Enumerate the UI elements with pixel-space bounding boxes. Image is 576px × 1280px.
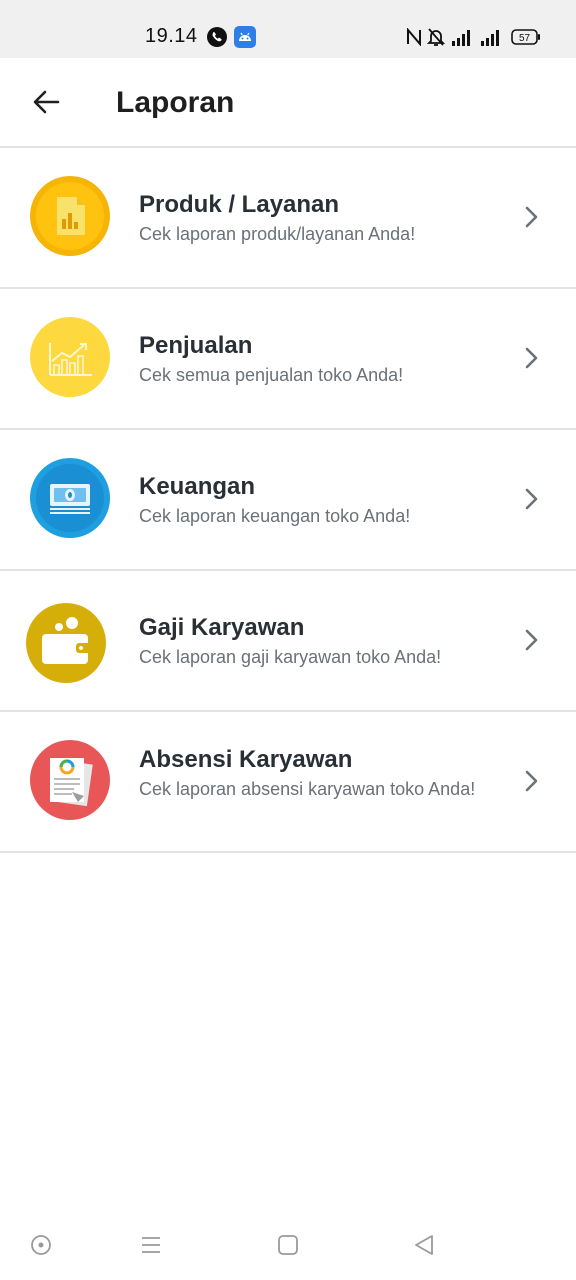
chevron-right-icon [524,770,540,797]
wallet-icon [26,603,106,683]
menu-item-title: Produk / Layanan [139,191,340,218]
product-report-icon [30,176,110,256]
menu-item-subtitle: Cek laporan absensi karyawan toko Anda! [139,779,476,799]
arrow-left-icon [32,88,60,121]
status-time: 19.14 [145,25,198,47]
attendance-report-icon [30,740,110,820]
menu-item-title: Gaji Karyawan [139,614,305,641]
chevron-right-icon [524,347,540,374]
whatsapp-icon [206,26,228,53]
battery-icon: 57 [511,29,541,50]
signal-icon [481,28,503,51]
menu-item-title: Keuangan [139,473,256,500]
android-icon [234,26,256,53]
back-icon[interactable] [413,1234,435,1261]
system-nav-bar [0,1210,576,1280]
menu-item-subtitle: Cek laporan produk/layanan Anda! [139,224,416,244]
menu-item-title: Absensi Karyawan [139,746,353,773]
menu-item-produk-layanan[interactable]: Produk / Layanan Cek laporan produk/laya… [0,148,576,289]
menu-item-keuangan[interactable]: Keuangan Cek laporan keuangan toko Anda! [0,430,576,571]
bell-off-icon [426,27,446,52]
page-title: Laporan [116,86,235,119]
app-bar: Laporan [0,58,576,148]
chevron-right-icon [524,206,540,233]
menu-item-absensi-karyawan[interactable]: Absensi Karyawan Cek laporan absensi kar… [0,712,576,853]
menu-item-subtitle: Cek semua penjualan toko Anda! [139,365,404,385]
nfc-icon [406,27,422,51]
money-icon [30,458,110,538]
menu-item-gaji-karyawan[interactable]: Gaji Karyawan Cek laporan gaji karyawan … [0,571,576,712]
home-icon[interactable] [277,1234,299,1261]
chevron-right-icon [524,629,540,656]
status-bar: 19.14 57 [0,0,576,58]
menu-icon[interactable] [140,1234,162,1261]
menu-item-title: Penjualan [139,332,253,359]
report-menu-list: Produk / Layanan Cek laporan produk/laya… [0,148,576,853]
assistant-icon[interactable] [30,1234,52,1261]
menu-item-subtitle: Cek laporan gaji karyawan toko Anda! [139,647,442,667]
signal-icon [452,28,474,51]
back-button[interactable] [24,82,68,126]
menu-item-penjualan[interactable]: Penjualan Cek semua penjualan toko Anda! [0,289,576,430]
battery-level: 57 [519,33,531,44]
menu-item-subtitle: Cek laporan keuangan toko Anda! [139,506,411,526]
chevron-right-icon [524,488,540,515]
sales-chart-icon [30,317,110,397]
